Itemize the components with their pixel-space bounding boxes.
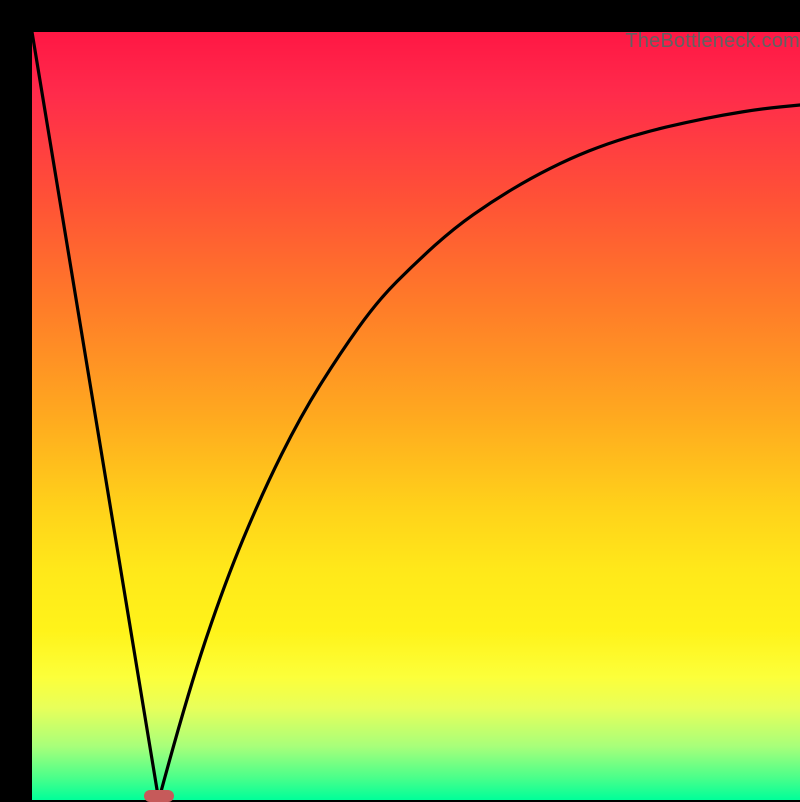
- curve-layer: [32, 32, 800, 800]
- bottleneck-curve-left: [32, 32, 159, 800]
- plot-area: TheBottleneck.com: [32, 32, 800, 800]
- bottleneck-curve-right: [159, 105, 800, 800]
- chart-frame: TheBottleneck.com: [16, 16, 784, 784]
- optimal-point-marker: [144, 790, 174, 802]
- watermark-text: TheBottleneck.com: [625, 30, 800, 53]
